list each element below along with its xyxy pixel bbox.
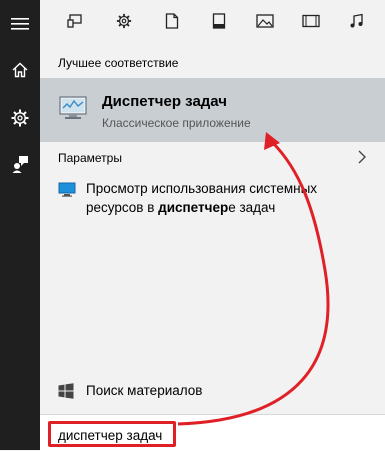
filter-photos[interactable] [250, 6, 280, 36]
gear-icon [11, 109, 29, 127]
videos-filter-icon [302, 14, 320, 28]
settings-result-text-match: диспетчер [158, 200, 229, 215]
best-match-heading: Лучшее соответствие [58, 56, 179, 70]
best-match-title: Диспетчер задач [102, 93, 227, 110]
home-icon [12, 62, 28, 78]
best-match-subtitle: Классическое приложение [102, 116, 251, 130]
settings-expand-button[interactable] [351, 146, 373, 168]
folders-filter-icon [212, 13, 226, 29]
photos-filter-icon [256, 14, 274, 28]
annotation-highlight-box [48, 421, 176, 447]
monitor-icon [58, 182, 76, 197]
settings-heading: Параметры [58, 151, 122, 165]
feedback-icon [12, 156, 28, 173]
settings-result-item[interactable]: Просмотр использования системных ресурсо… [40, 176, 385, 228]
filter-videos[interactable] [296, 6, 326, 36]
filter-documents[interactable] [157, 6, 187, 36]
best-match-item[interactable]: Диспетчер задач Классическое приложение [40, 78, 385, 142]
feedback-button[interactable] [0, 144, 40, 184]
settings-button[interactable] [0, 98, 40, 138]
filter-folders[interactable] [204, 6, 234, 36]
hamburger-icon [11, 18, 29, 30]
music-filter-icon [350, 13, 363, 28]
search-panel: Лучшее соответствие Диспетчер задач Клас… [40, 0, 385, 451]
settings-filter-icon [116, 13, 132, 29]
search-materials-item[interactable]: Поиск материалов [40, 374, 385, 410]
sidebar [0, 0, 40, 450]
menu-button[interactable] [0, 4, 40, 44]
filter-settings[interactable] [109, 6, 139, 36]
search-materials-label: Поиск материалов [86, 383, 203, 398]
task-manager-icon [59, 96, 87, 119]
filter-apps[interactable] [60, 6, 90, 36]
home-button[interactable] [0, 50, 40, 90]
apps-filter-icon [67, 14, 82, 28]
documents-filter-icon [165, 13, 179, 29]
settings-result-text-suffix: е задач [228, 200, 276, 215]
chevron-right-icon [358, 150, 366, 164]
filter-music[interactable] [342, 6, 372, 36]
settings-result-text: Просмотр использования системных ресурсо… [86, 179, 376, 217]
windows-icon [58, 383, 74, 399]
filter-bar [40, 0, 385, 44]
